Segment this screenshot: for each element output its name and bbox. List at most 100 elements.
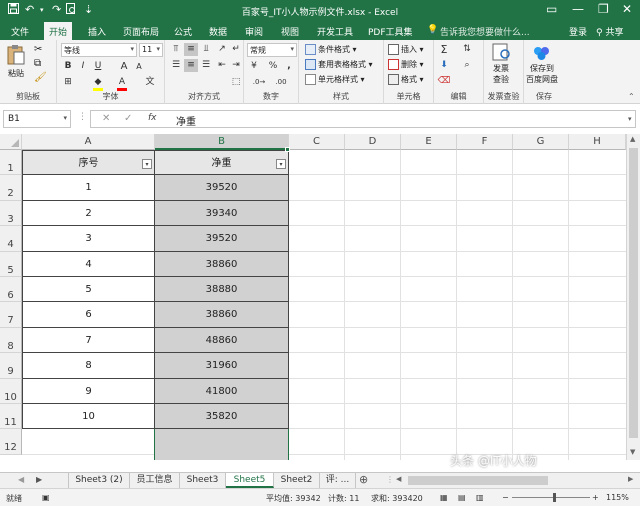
sheet-tab-active[interactable]: Sheet5 — [226, 473, 274, 488]
column-header-g[interactable]: G — [513, 134, 569, 150]
minimize-button[interactable]: — — [572, 2, 584, 16]
table-cell[interactable]: 6 — [22, 302, 155, 328]
table-cell[interactable]: 2 — [22, 200, 155, 227]
vertical-scrollbar[interactable]: ▲ ▼ — [626, 134, 640, 460]
cell-styles-button[interactable]: 单元格样式 ▾ — [305, 74, 365, 85]
format-cells-button[interactable]: 格式 ▾ — [388, 74, 424, 85]
table-cell[interactable]: 38860 — [155, 302, 289, 328]
collapse-ribbon-icon[interactable]: ⌃ — [628, 92, 635, 101]
comma-style-button[interactable]: , — [282, 60, 296, 73]
table-cell[interactable]: 8 — [22, 353, 155, 379]
enter-icon[interactable]: ✓ — [124, 113, 132, 124]
row-header-9[interactable]: 9 — [0, 353, 22, 379]
select-all-corner[interactable] — [0, 134, 22, 150]
sheet-tab[interactable]: Sheet3 — [180, 473, 226, 488]
scroll-up-icon[interactable]: ▲ — [630, 135, 635, 143]
fill-handle[interactable] — [285, 147, 290, 152]
new-sheet-icon[interactable]: ⊕ — [359, 473, 368, 486]
normal-view-icon[interactable]: ▦ — [440, 493, 448, 502]
column-header-b[interactable]: B — [155, 134, 289, 150]
insert-cells-button[interactable]: 插入 ▾ — [388, 44, 424, 55]
paste-button[interactable]: 粘贴 — [6, 44, 26, 79]
tab-file[interactable]: 文件 — [11, 25, 29, 38]
table-cell[interactable]: 1 — [22, 175, 155, 201]
font-size-select[interactable]: 11 ▾ — [139, 43, 163, 57]
row-header-11[interactable]: 11 — [0, 404, 22, 430]
tab-pdf-tools[interactable]: PDF工具集 — [368, 25, 413, 38]
tab-developer[interactable]: 开发工具 — [317, 25, 353, 38]
tab-page-layout[interactable]: 页面布局 — [123, 25, 159, 38]
table-cell[interactable]: 31960 — [155, 353, 289, 379]
column-header-e[interactable]: E — [401, 134, 457, 150]
cut-icon[interactable]: ✂ — [34, 44, 42, 55]
zoom-out-button[interactable]: − — [502, 493, 509, 502]
table-cell[interactable]: 10 — [22, 404, 155, 430]
number-format-select[interactable]: 常规 ▾ — [247, 43, 297, 57]
next-sheet-icon[interactable]: ▶ — [36, 475, 42, 484]
bold-button[interactable]: B — [61, 60, 75, 73]
column-header-h[interactable]: H — [569, 134, 626, 150]
italic-button[interactable]: I — [76, 60, 90, 73]
accounting-format-icon[interactable]: ¥ — [247, 60, 261, 73]
sign-in-link[interactable]: 登录 — [569, 25, 587, 38]
share-button[interactable]: ⚲ 共享 — [596, 25, 623, 38]
tab-insert[interactable]: 插入 — [88, 25, 106, 38]
table-cell[interactable]: 48860 — [155, 327, 289, 354]
increase-decimal-icon[interactable]: .0→ — [252, 76, 266, 89]
row-header-8[interactable]: 8 — [0, 327, 22, 354]
conditional-formatting-button[interactable]: 条件格式 ▾ — [305, 44, 357, 55]
scroll-thumb[interactable] — [629, 148, 638, 438]
table-cell[interactable]: 39340 — [155, 200, 289, 227]
row-header-3[interactable]: 3 — [0, 200, 22, 227]
formula-input[interactable] — [90, 110, 636, 128]
page-layout-view-icon[interactable]: ▤ — [458, 493, 466, 502]
zoom-slider[interactable] — [512, 497, 590, 498]
table-cell[interactable]: 3 — [22, 226, 155, 252]
underline-button[interactable]: U — [91, 60, 105, 73]
table-cell[interactable]: 5 — [22, 277, 155, 303]
format-painter-icon[interactable]: 🖌 — [34, 72, 47, 83]
percent-style-button[interactable]: % — [266, 60, 280, 73]
format-as-table-button[interactable]: 套用表格格式 ▾ — [305, 59, 373, 70]
column-header-c[interactable]: C — [289, 134, 345, 150]
row-header-1[interactable]: 1 — [0, 150, 22, 176]
table-cell[interactable]: 38880 — [155, 277, 289, 303]
insert-function-icon[interactable]: fx — [148, 113, 157, 123]
clear-icon[interactable]: ⌫ — [437, 75, 451, 88]
merge-center-icon[interactable]: ⬚ — [229, 76, 243, 89]
close-button[interactable]: ✕ — [622, 2, 632, 16]
grow-font-button[interactable]: A — [117, 60, 131, 73]
sheet-tab[interactable]: Sheet2 — [274, 473, 320, 488]
sheet-tab[interactable]: Sheet3 (2) — [68, 473, 130, 488]
table-cell[interactable]: 41800 — [155, 378, 289, 404]
table-header-cell[interactable]: 净重 ▾ — [155, 150, 289, 176]
ribbon-display-options-icon[interactable]: ▭ — [546, 2, 557, 16]
sheet-tab[interactable]: 评: ... — [320, 473, 356, 488]
row-header-4[interactable]: 4 — [0, 226, 22, 252]
zoom-in-button[interactable]: + — [592, 493, 599, 502]
table-cell[interactable]: 4 — [22, 251, 155, 277]
table-cell[interactable]: 35820 — [155, 404, 289, 430]
invoice-check-button[interactable]: 发票 查验 — [490, 43, 512, 85]
font-name-select[interactable]: 等线 ▾ — [61, 43, 137, 57]
row-header-6[interactable]: 6 — [0, 277, 22, 303]
copy-icon[interactable]: ⧉ — [34, 58, 41, 69]
wrap-text-icon[interactable]: ↵ — [229, 43, 243, 56]
name-box[interactable]: B1 ▾ — [3, 110, 71, 128]
tab-home[interactable]: 开始 — [44, 22, 73, 40]
expand-formula-bar-icon[interactable]: ▾ — [628, 115, 632, 123]
delete-cells-button[interactable]: 删除 ▾ — [388, 59, 424, 70]
tell-me-search[interactable]: 告诉我您想要做什么... — [440, 25, 530, 38]
filter-dropdown-icon[interactable]: ▾ — [276, 159, 286, 169]
zoom-slider-thumb[interactable] — [553, 493, 556, 502]
table-cell[interactable]: 7 — [22, 327, 155, 354]
shrink-font-button[interactable]: A — [132, 60, 146, 73]
decrease-indent-icon[interactable]: ⇤ — [215, 59, 229, 72]
table-cell[interactable]: 39520 — [155, 175, 289, 201]
worksheet-grid[interactable]: ABCDEFGH 1 2 3 4 5 6 7 8 9 10 11 12 序号 ▾ 净重 ▾ 1 39520 2 39… — [0, 134, 626, 460]
tab-review[interactable]: 审阅 — [245, 25, 263, 38]
decrease-decimal-icon[interactable]: .00 — [274, 76, 288, 89]
macro-record-icon[interactable]: ▣ — [42, 493, 50, 502]
fill-icon[interactable]: ⬇ — [437, 59, 451, 72]
sort-filter-icon[interactable]: ⇅ — [460, 43, 474, 56]
